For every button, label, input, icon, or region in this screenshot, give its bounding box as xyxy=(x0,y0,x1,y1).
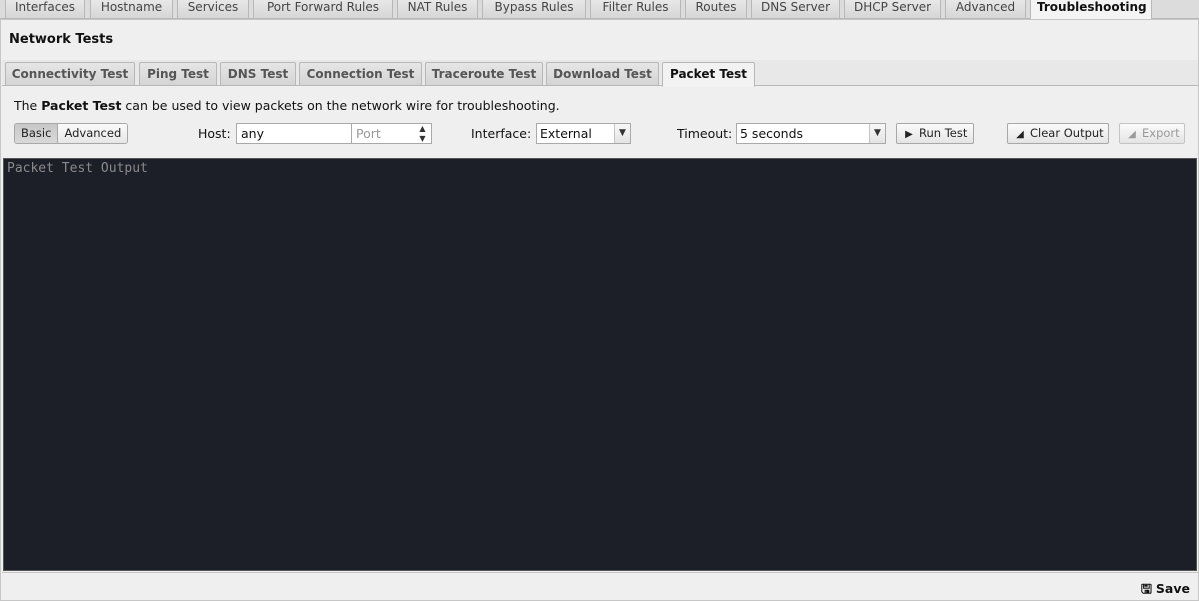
tab-routes[interactable]: Routes xyxy=(685,0,747,19)
panel-title: Network Tests xyxy=(9,32,114,47)
description-suffix: can be used to view packets on the netwo… xyxy=(121,98,560,113)
tab-hostname[interactable]: Hostname xyxy=(90,0,173,19)
save-label: Save xyxy=(1155,581,1190,596)
description-prefix: The xyxy=(14,98,42,113)
port-stepper[interactable]: ▲ ▼ xyxy=(414,123,432,144)
tab-services[interactable]: Services xyxy=(177,0,249,19)
output-placeholder: Packet Test Output xyxy=(7,161,148,176)
tab-port-forward-rules[interactable]: Port Forward Rules xyxy=(253,0,393,19)
network-tests-tab-bar: Connectivity Test Ping Test DNS Test Con… xyxy=(2,60,1198,87)
network-tests-panel: Network Tests Connectivity Test Ping Tes… xyxy=(0,19,1199,601)
tab-nat-rules[interactable]: NAT Rules xyxy=(397,0,478,19)
play-icon: ▶ xyxy=(905,129,913,140)
timeout-label: Timeout: xyxy=(677,126,733,141)
chevron-up-icon[interactable]: ▲ xyxy=(414,124,431,134)
host-input[interactable] xyxy=(236,123,352,144)
description-test-name: Packet Test xyxy=(41,98,122,113)
tab-bypass-rules[interactable]: Bypass Rules xyxy=(482,0,586,19)
description-text: The Packet Test can be used to view pack… xyxy=(14,98,560,113)
export-label: Export xyxy=(1142,126,1180,140)
timeout-select[interactable]: 5 seconds ▼ xyxy=(736,123,886,144)
host-label: Host: xyxy=(198,126,231,141)
advanced-mode-button[interactable]: Advanced xyxy=(58,124,128,143)
top-tab-bar: Interfaces Hostname Services Port Forwar… xyxy=(0,0,1199,20)
interface-select[interactable]: External ▼ xyxy=(536,123,631,144)
mode-toggle: Basic Advanced xyxy=(14,123,129,144)
packet-test-output[interactable]: Packet Test Output xyxy=(3,158,1197,571)
chevron-down-icon[interactable]: ▼ xyxy=(614,124,630,143)
tab-troubleshooting[interactable]: Troubleshooting xyxy=(1030,0,1152,20)
tab-ping-test[interactable]: Ping Test xyxy=(139,62,217,86)
tab-connection-test[interactable]: Connection Test xyxy=(299,62,422,86)
save-button[interactable]: 🖫 Save xyxy=(1141,580,1190,601)
port-input[interactable] xyxy=(351,123,415,144)
tab-dns-test[interactable]: DNS Test xyxy=(220,62,296,86)
run-test-label: Run Test xyxy=(919,126,968,140)
clear-output-label: Clear Output xyxy=(1030,126,1104,140)
footer-bar: 🖫 Save xyxy=(2,572,1198,600)
chevron-down-icon[interactable]: ▼ xyxy=(414,134,431,144)
chevron-down-icon[interactable]: ▼ xyxy=(869,124,885,143)
clear-output-button[interactable]: ◢ Clear Output xyxy=(1007,123,1109,144)
floppy-disk-icon: 🖫 xyxy=(1140,582,1152,597)
eraser-icon: ◢ xyxy=(1016,129,1024,140)
interface-value: External xyxy=(540,126,592,141)
tab-dhcp-server[interactable]: DHCP Server xyxy=(844,0,941,19)
tab-dns-server[interactable]: DNS Server xyxy=(751,0,840,19)
basic-mode-button[interactable]: Basic xyxy=(15,124,59,143)
tab-interfaces[interactable]: Interfaces xyxy=(5,0,85,19)
tab-filter-rules[interactable]: Filter Rules xyxy=(590,0,681,19)
tab-connectivity-test[interactable]: Connectivity Test xyxy=(5,62,135,86)
timeout-value: 5 seconds xyxy=(740,126,804,141)
export-button[interactable]: ◢ Export xyxy=(1119,123,1185,144)
tab-packet-test[interactable]: Packet Test xyxy=(662,62,755,87)
export-icon: ◢ xyxy=(1128,129,1136,140)
tab-download-test[interactable]: Download Test xyxy=(546,62,659,86)
tab-advanced[interactable]: Advanced xyxy=(945,0,1026,19)
interface-label: Interface: xyxy=(471,126,532,141)
run-test-button[interactable]: ▶ Run Test xyxy=(896,123,974,144)
tab-traceroute-test[interactable]: Traceroute Test xyxy=(425,62,543,86)
